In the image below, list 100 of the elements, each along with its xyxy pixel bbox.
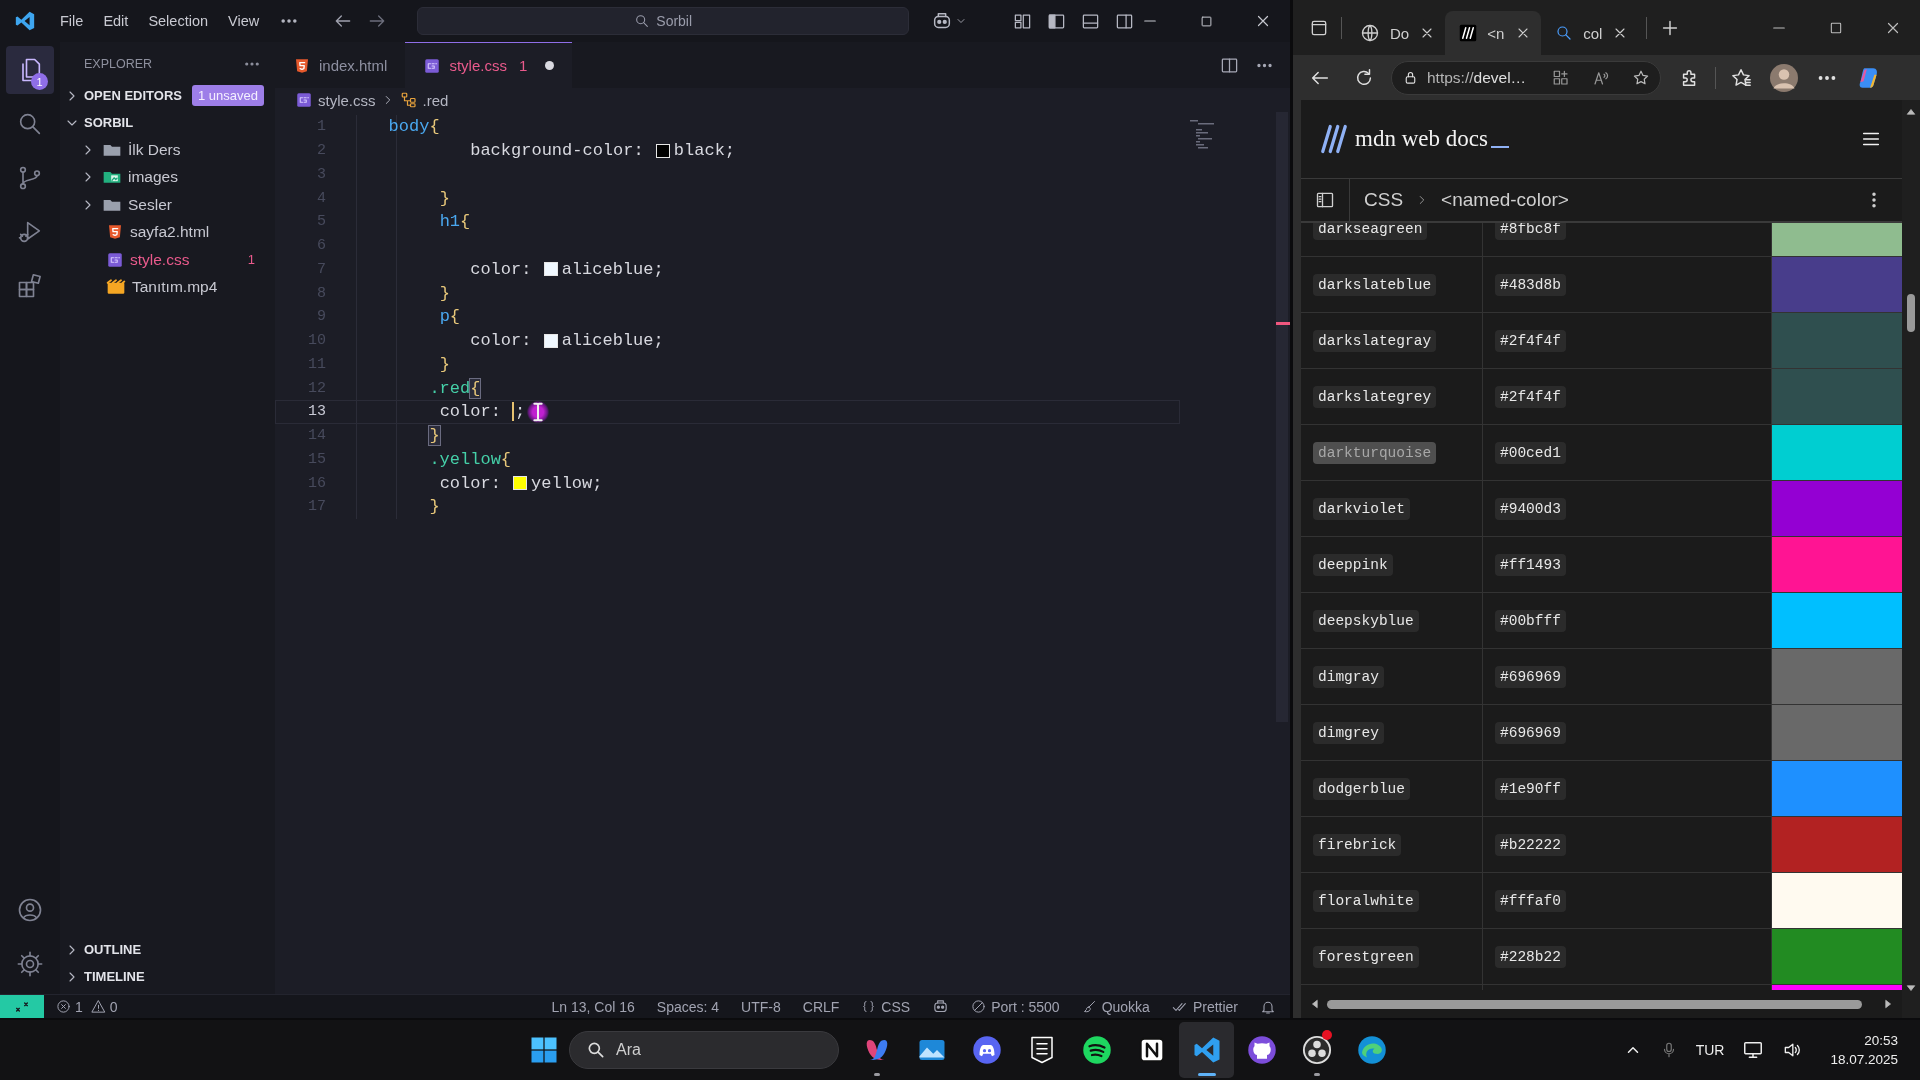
color-name: darkviolet: [1313, 497, 1410, 520]
hex-code: #00bfff: [1495, 609, 1566, 632]
browser-tab[interactable]: Do: [1346, 11, 1446, 55]
color-name: darkturquoise: [1313, 441, 1437, 464]
maximize-icon[interactable]: [1199, 13, 1214, 29]
scroll-up-icon[interactable]: [1905, 106, 1917, 118]
network-icon[interactable]: [1742, 1039, 1765, 1061]
color-name: forestgreen: [1313, 945, 1419, 968]
sound-waves-icon[interactable]: [1081, 1035, 1112, 1065]
clock-date[interactable]: 18.07.2025: [1830, 1052, 1898, 1067]
unsaved-badge: 1 unsaved: [192, 85, 264, 106]
vscode-logo-icon: [14, 10, 36, 32]
braces-icon: [861, 999, 877, 1014]
file-name[interactable]: style.css: [130, 249, 190, 270]
problems-button[interactable]: 1 0: [56, 998, 118, 1015]
breadcrumb-link[interactable]: CSS: [1364, 189, 1404, 211]
search-icon: [634, 13, 651, 29]
menu-item[interactable]: Selection: [138, 9, 219, 33]
input-language[interactable]: TUR: [1695, 1042, 1725, 1058]
code-text: color:: [439, 402, 502, 422]
ring-icon[interactable]: [1301, 1035, 1332, 1065]
code-text: }: [439, 188, 450, 208]
hex-code: #fffaf0: [1495, 889, 1566, 912]
line-number: 13: [307, 403, 326, 421]
css-file-icon: [106, 250, 124, 269]
file-name[interactable]: sayfa2.html: [130, 222, 210, 243]
start-icon[interactable]: [529, 1035, 559, 1065]
breadcrumb-item[interactable]: style.css: [318, 91, 376, 109]
scrollbar[interactable]: [1276, 112, 1288, 722]
scroll-right-icon[interactable]: [1882, 998, 1894, 1010]
prettier-button[interactable]: Prettier: [1171, 998, 1238, 1015]
error-icon: [56, 999, 71, 1014]
html-file-icon: [293, 56, 311, 75]
no-entry-icon: [971, 999, 987, 1014]
copilot-icon[interactable]: [932, 998, 950, 1015]
favorite-star-icon[interactable]: [1632, 68, 1650, 87]
folder-name[interactable]: images: [128, 167, 178, 188]
hex-code: #696969: [1495, 665, 1566, 688]
site-title[interactable]: mdn web docs: [1355, 126, 1488, 152]
code-text: .red{: [429, 378, 481, 398]
hex-code: #228b22: [1495, 945, 1566, 968]
editor-tab[interactable]: style.css 1: [405, 42, 573, 88]
hex-code: #ff1493: [1495, 553, 1566, 576]
favorites-icon[interactable]: [1730, 66, 1752, 89]
controller-face-icon[interactable]: [971, 1035, 1002, 1065]
profile-avatar-icon[interactable]: [1770, 63, 1798, 92]
quokka-button[interactable]: Quokka: [1081, 998, 1150, 1015]
warning-icon: [90, 999, 106, 1014]
slash-logo-icon: [1319, 124, 1349, 154]
menu-item[interactable]: Edit: [93, 9, 139, 33]
color-name: darkslategray: [1313, 329, 1437, 352]
breadcrumb-item[interactable]: .red: [422, 91, 449, 109]
file-name[interactable]: Tanıtım.mp4: [132, 277, 218, 298]
status-item[interactable]: Spaces: 4: [656, 998, 720, 1015]
status-item[interactable]: CRLF: [802, 998, 840, 1015]
ibeam-cursor-icon: [527, 400, 550, 423]
menu-item[interactable]: View: [218, 9, 270, 33]
section-title[interactable]: OPEN EDITORS: [82, 86, 184, 105]
sidebar-toggle-icon[interactable]: [1315, 190, 1335, 210]
underline-mark: [1490, 146, 1509, 148]
section-title[interactable]: TIMELINE: [82, 967, 147, 986]
clock-time[interactable]: 20:53: [1864, 1033, 1898, 1048]
scroll-left-icon[interactable]: [1309, 998, 1321, 1010]
sidebar-title: EXPLORER: [84, 57, 153, 71]
section-title[interactable]: OUTLINE: [82, 940, 144, 959]
wave-icon[interactable]: [1356, 1035, 1387, 1065]
folder-name[interactable]: Sesler: [128, 194, 172, 215]
language-mode[interactable]: CSS: [861, 998, 911, 1015]
hex-code: #b22222: [1495, 833, 1566, 856]
remote-button[interactable]: [0, 995, 44, 1018]
browser-tab[interactable]: <n: [1445, 11, 1542, 55]
hex-code: #2f4f4f: [1495, 385, 1566, 408]
hex-code: #1e90ff: [1495, 777, 1566, 800]
files-icon[interactable]: [6, 46, 54, 94]
address-bar[interactable]: https://devel…: [1391, 60, 1661, 95]
app-available-icon[interactable]: [1552, 68, 1570, 87]
code-text: p{: [439, 307, 461, 327]
color-name: darkslateblue: [1313, 273, 1437, 296]
live-server-button[interactable]: Port : 5500: [971, 998, 1060, 1015]
cat-silhouette-icon[interactable]: [1246, 1035, 1277, 1065]
hex-code: #9400d3: [1495, 497, 1566, 520]
status-item[interactable]: UTF-8: [741, 998, 781, 1015]
code-text: aliceblue;: [561, 259, 664, 279]
search-field[interactable]: Ara: [569, 1031, 839, 1069]
color-name: dodgerblue: [1313, 777, 1410, 800]
code-text: }: [429, 426, 440, 446]
code-text: }: [439, 354, 450, 374]
editor-tab[interactable]: index.html: [275, 42, 406, 88]
globe-icon: [1360, 23, 1380, 43]
scroll-down-icon[interactable]: [1905, 982, 1917, 994]
menu-item[interactable]: File: [50, 9, 94, 33]
status-item[interactable]: Ln 13, Col 16: [551, 998, 635, 1015]
hex-code: #2f4f4f: [1495, 329, 1566, 352]
folder-name[interactable]: İlk Ders: [128, 139, 181, 160]
scrollbar-thumb[interactable]: [1327, 999, 1862, 1009]
browser-tab[interactable]: col: [1541, 11, 1639, 55]
scrollbar-thumb[interactable]: [1907, 294, 1915, 332]
code-text: h1{: [439, 212, 471, 232]
command-center-field[interactable]: Sorbil: [417, 7, 910, 35]
section-title[interactable]: SORBIL: [82, 113, 136, 132]
